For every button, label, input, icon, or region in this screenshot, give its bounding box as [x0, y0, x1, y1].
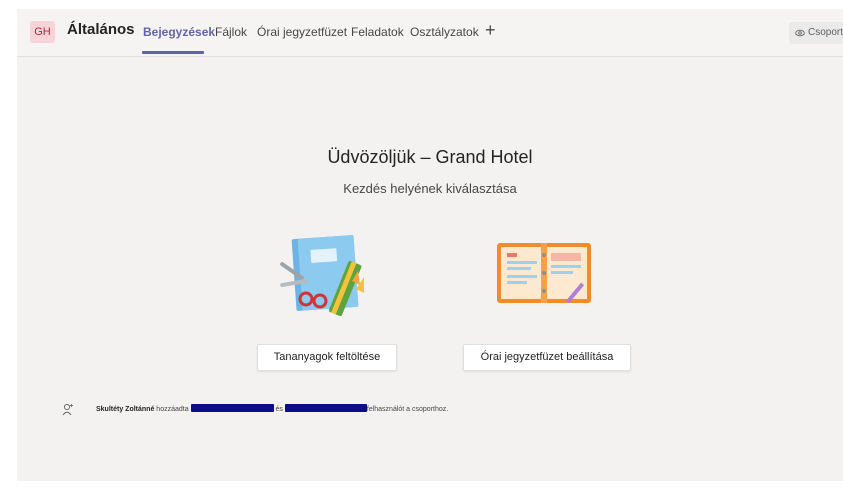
active-tab-indicator: [142, 51, 204, 54]
eye-icon: [795, 29, 805, 37]
activity-text-and: és: [275, 406, 283, 413]
tab-posts[interactable]: Bejegyzések: [143, 25, 215, 39]
tab-grades[interactable]: Osztályzatok: [410, 25, 479, 39]
channel-header: GH Általános Bejegyzések Fájlok Órai jeg…: [17, 9, 843, 57]
welcome-title: Üdvözöljük – Grand Hotel: [327, 147, 533, 167]
tab-assignments[interactable]: Feladatok: [351, 25, 404, 39]
activity-text-added: hozzáadta: [156, 406, 189, 413]
person-add-icon: [62, 403, 73, 416]
team-button-label: Csoport: [808, 27, 843, 38]
tab-files[interactable]: Fájlok: [215, 25, 247, 39]
add-tab-button[interactable]: +: [485, 20, 496, 41]
setup-class-notebook-button[interactable]: Órai jegyzetfüzet beállítása: [463, 344, 631, 371]
channel-view: GH Általános Bejegyzések Fájlok Órai jeg…: [17, 9, 843, 481]
redacted-username: [284, 404, 367, 412]
welcome-subtitle: Kezdés helyének kiválasztása: [343, 181, 517, 196]
team-button[interactable]: Csoport: [789, 22, 843, 44]
redacted-username: [190, 404, 274, 412]
activity-actor: Skultéty Zoltánné: [96, 406, 155, 413]
class-notebook-illustration: [497, 243, 591, 304]
upload-materials-button[interactable]: Tananyagok feltöltése: [257, 344, 397, 371]
member-added-notice: Skultéty Zoltánné hozzáadta és felhaszná…: [62, 401, 822, 419]
channel-title: Általános: [67, 21, 135, 38]
activity-text-end: felhasználót a csoporthoz.: [366, 406, 449, 413]
tab-class-notebook[interactable]: Órai jegyzetfüzet: [257, 25, 347, 39]
upload-materials-illustration: [280, 235, 364, 317]
team-avatar[interactable]: GH: [30, 21, 55, 43]
